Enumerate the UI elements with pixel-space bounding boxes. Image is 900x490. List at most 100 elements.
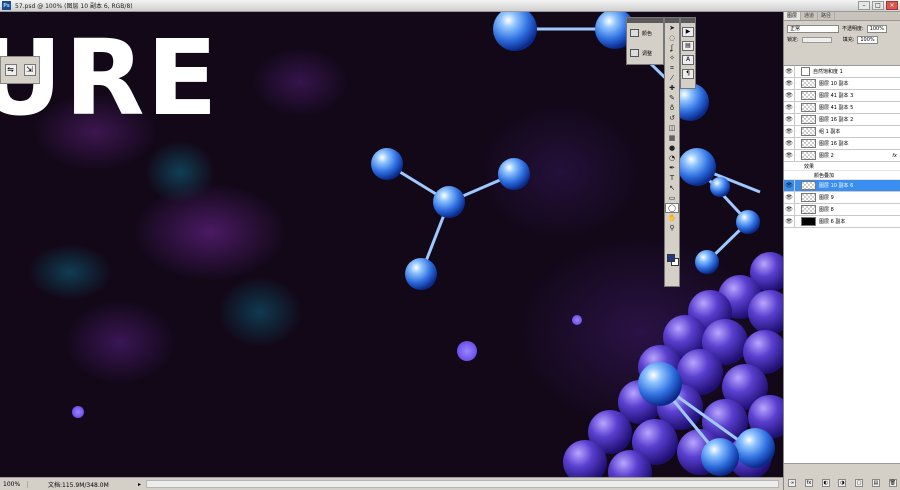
tool-crop-icon[interactable]: ⌗ bbox=[665, 63, 679, 73]
tool-lasso-icon[interactable]: ʆ bbox=[665, 43, 679, 53]
layer-name: 图层 9 bbox=[819, 195, 834, 201]
tool-dodge-icon[interactable]: ◔ bbox=[665, 153, 679, 163]
layers-panel: 图层 通道 路径 正常 不透明度: 100% 锁定: 填充: 100% 👁 自然饱… bbox=[783, 12, 900, 490]
visibility-eye-icon[interactable]: 👁 bbox=[784, 203, 795, 216]
swatches-icon bbox=[630, 29, 639, 37]
layer-name: 图层 6 副本 bbox=[819, 219, 846, 225]
tool-pen-icon[interactable]: ✒ bbox=[665, 163, 679, 173]
adjustment-icon bbox=[630, 49, 639, 57]
layer-row[interactable]: 👁 自然饱和度 1 bbox=[784, 65, 900, 78]
fill-label: 填充: bbox=[842, 37, 855, 43]
visibility-eye-icon[interactable]: 👁 bbox=[784, 179, 795, 192]
layer-thumbnail bbox=[801, 151, 816, 160]
layer-effects-icon[interactable]: fx bbox=[892, 153, 897, 159]
visibility-eye-icon[interactable]: 👁 bbox=[784, 89, 795, 102]
zoom-level[interactable]: 100% bbox=[0, 480, 28, 488]
tool-marquee-icon[interactable]: ◌ bbox=[665, 33, 679, 43]
opacity-field[interactable]: 100% bbox=[866, 24, 887, 33]
tool-preset-icon[interactable]: ⇋ bbox=[4, 64, 17, 76]
tool-path-select-icon[interactable]: ↖ bbox=[665, 183, 679, 193]
layer-row[interactable]: 👁 图层 10 副本 6 bbox=[784, 179, 900, 192]
horizontal-scrollbar[interactable] bbox=[146, 480, 779, 488]
character-icon[interactable]: A bbox=[682, 55, 694, 65]
title-bar: Ps 57.psd @ 100% (图层 10 副本 6, RGB/8) – □… bbox=[0, 0, 900, 12]
lock-icons[interactable] bbox=[801, 36, 832, 43]
tool-shape-icon[interactable]: ▭ bbox=[665, 193, 679, 203]
layer-name: 图层 2 bbox=[819, 153, 834, 159]
foreground-color-swatch[interactable] bbox=[667, 254, 675, 262]
tool-healing-icon[interactable]: ✚ bbox=[665, 83, 679, 93]
layers-footer: ∞ fx ◐ ◑ ▢ ▤ 🗑 bbox=[784, 476, 900, 490]
visibility-eye-icon[interactable]: 👁 bbox=[784, 137, 795, 150]
layer-row[interactable]: 👁 图层 41 副本 5 bbox=[784, 101, 900, 114]
photoshop-window: Ps 57.psd @ 100% (图层 10 副本 6, RGB/8) – □… bbox=[0, 0, 900, 490]
layer-thumbnail bbox=[801, 139, 816, 148]
add-style-icon[interactable]: fx bbox=[805, 479, 814, 487]
opacity-label: 不透明度: bbox=[842, 26, 864, 32]
visibility-eye-icon[interactable]: 👁 bbox=[784, 125, 795, 138]
visibility-eye-icon[interactable]: 👁 bbox=[784, 65, 795, 78]
effect-item[interactable]: 颜色叠加 bbox=[784, 171, 900, 180]
maximize-button[interactable]: □ bbox=[872, 1, 884, 10]
add-mask-icon[interactable]: ◐ bbox=[821, 479, 830, 487]
new-adjustment-icon[interactable]: ◑ bbox=[838, 479, 847, 487]
tool-move-icon[interactable]: ➤ bbox=[665, 23, 679, 33]
tool-clone-icon[interactable]: ♁ bbox=[665, 103, 679, 113]
adjustments-panel-button[interactable]: 调整 bbox=[627, 43, 663, 63]
tool-type-icon[interactable]: T bbox=[665, 173, 679, 183]
tab-layers[interactable]: 图层 bbox=[784, 12, 802, 20]
tab-channels[interactable]: 通道 bbox=[801, 12, 819, 20]
effects-group[interactable]: 效果 bbox=[784, 162, 900, 171]
status-menu-arrow-icon[interactable]: ▸ bbox=[138, 481, 146, 488]
toolbox: ➤ ◌ ʆ ✧ ⌗ ⁄ ✚ ✎ ♁ ↺ ◫ ▦ ● ◔ ✒ T ↖ ▭ ◯ ✋ ⚲ bbox=[664, 17, 680, 287]
layer-row[interactable]: 👁 图层 2 fx bbox=[784, 149, 900, 162]
visibility-eye-icon[interactable]: 👁 bbox=[784, 191, 795, 204]
panel-strip-drag-bar[interactable] bbox=[681, 18, 695, 23]
tool-history-icon[interactable]: ↺ bbox=[665, 113, 679, 123]
layer-row[interactable]: 👁 组 1 副本 bbox=[784, 125, 900, 138]
layer-row[interactable]: 👁 图层 9 bbox=[784, 191, 900, 204]
layer-row[interactable]: 👁 图层 6 副本 bbox=[784, 215, 900, 228]
minimize-button[interactable]: – bbox=[858, 1, 870, 10]
tool-eraser-icon[interactable]: ◫ bbox=[665, 123, 679, 133]
tool-brush-icon[interactable]: ✎ bbox=[665, 93, 679, 103]
layer-thumbnail bbox=[801, 91, 816, 100]
tool-eyedropper-icon[interactable]: ⁄ bbox=[665, 73, 679, 83]
layer-row[interactable]: 👁 图层 16 副本 2 bbox=[784, 113, 900, 126]
colors-panel-button[interactable]: 颜色 bbox=[627, 23, 663, 43]
paragraph-icon[interactable]: ¶ bbox=[682, 69, 694, 79]
tool-blur-icon[interactable]: ● bbox=[665, 143, 679, 153]
tool-magic-wand-icon[interactable]: ✧ bbox=[665, 53, 679, 63]
layer-row[interactable]: 👁 图层 10 副本 bbox=[784, 77, 900, 90]
layer-row[interactable]: 👁 图层 16 副本 bbox=[784, 137, 900, 150]
tool-zoom-icon[interactable]: ⚲ bbox=[665, 223, 679, 233]
fill-field[interactable]: 100% bbox=[857, 35, 878, 44]
tool-gradient-icon[interactable]: ▦ bbox=[665, 133, 679, 143]
close-button[interactable]: × bbox=[886, 1, 898, 10]
layer-thumbnail bbox=[801, 127, 816, 136]
layer-thumbnail bbox=[801, 103, 816, 112]
tool-ellipse-icon[interactable]: ◯ bbox=[665, 203, 679, 213]
tool-presets-palette[interactable]: ⇋ ⇲ bbox=[0, 56, 40, 84]
new-layer-icon[interactable]: ▤ bbox=[871, 479, 880, 487]
layer-row[interactable]: 👁 图层 41 副本 3 bbox=[784, 89, 900, 102]
visibility-eye-icon[interactable]: 👁 bbox=[784, 113, 795, 126]
actions-icon[interactable]: ▤ bbox=[682, 41, 694, 51]
brush-icon[interactable]: ⇲ bbox=[23, 64, 36, 76]
visibility-eye-icon[interactable]: 👁 bbox=[784, 77, 795, 90]
lock-row: 锁定: 填充: 100% bbox=[784, 34, 900, 45]
new-group-icon[interactable]: ▢ bbox=[855, 479, 864, 487]
color-overlay-label: 颜色叠加 bbox=[814, 172, 835, 179]
visibility-eye-icon[interactable]: 👁 bbox=[784, 149, 795, 162]
tab-paths[interactable]: 路径 bbox=[818, 12, 836, 20]
layers-panel-tabs: 图层 通道 路径 bbox=[784, 12, 900, 21]
tool-hand-icon[interactable]: ✋ bbox=[665, 213, 679, 223]
history-icon[interactable]: ▶ bbox=[682, 27, 694, 37]
blend-mode-select[interactable]: 正常 bbox=[787, 24, 839, 33]
visibility-eye-icon[interactable]: 👁 bbox=[784, 215, 795, 228]
effects-label: 效果 bbox=[804, 163, 815, 170]
trash-icon[interactable]: 🗑 bbox=[888, 479, 897, 487]
link-layers-icon[interactable]: ∞ bbox=[788, 479, 797, 487]
layer-row[interactable]: 👁 图层 8 bbox=[784, 203, 900, 216]
visibility-eye-icon[interactable]: 👁 bbox=[784, 101, 795, 114]
